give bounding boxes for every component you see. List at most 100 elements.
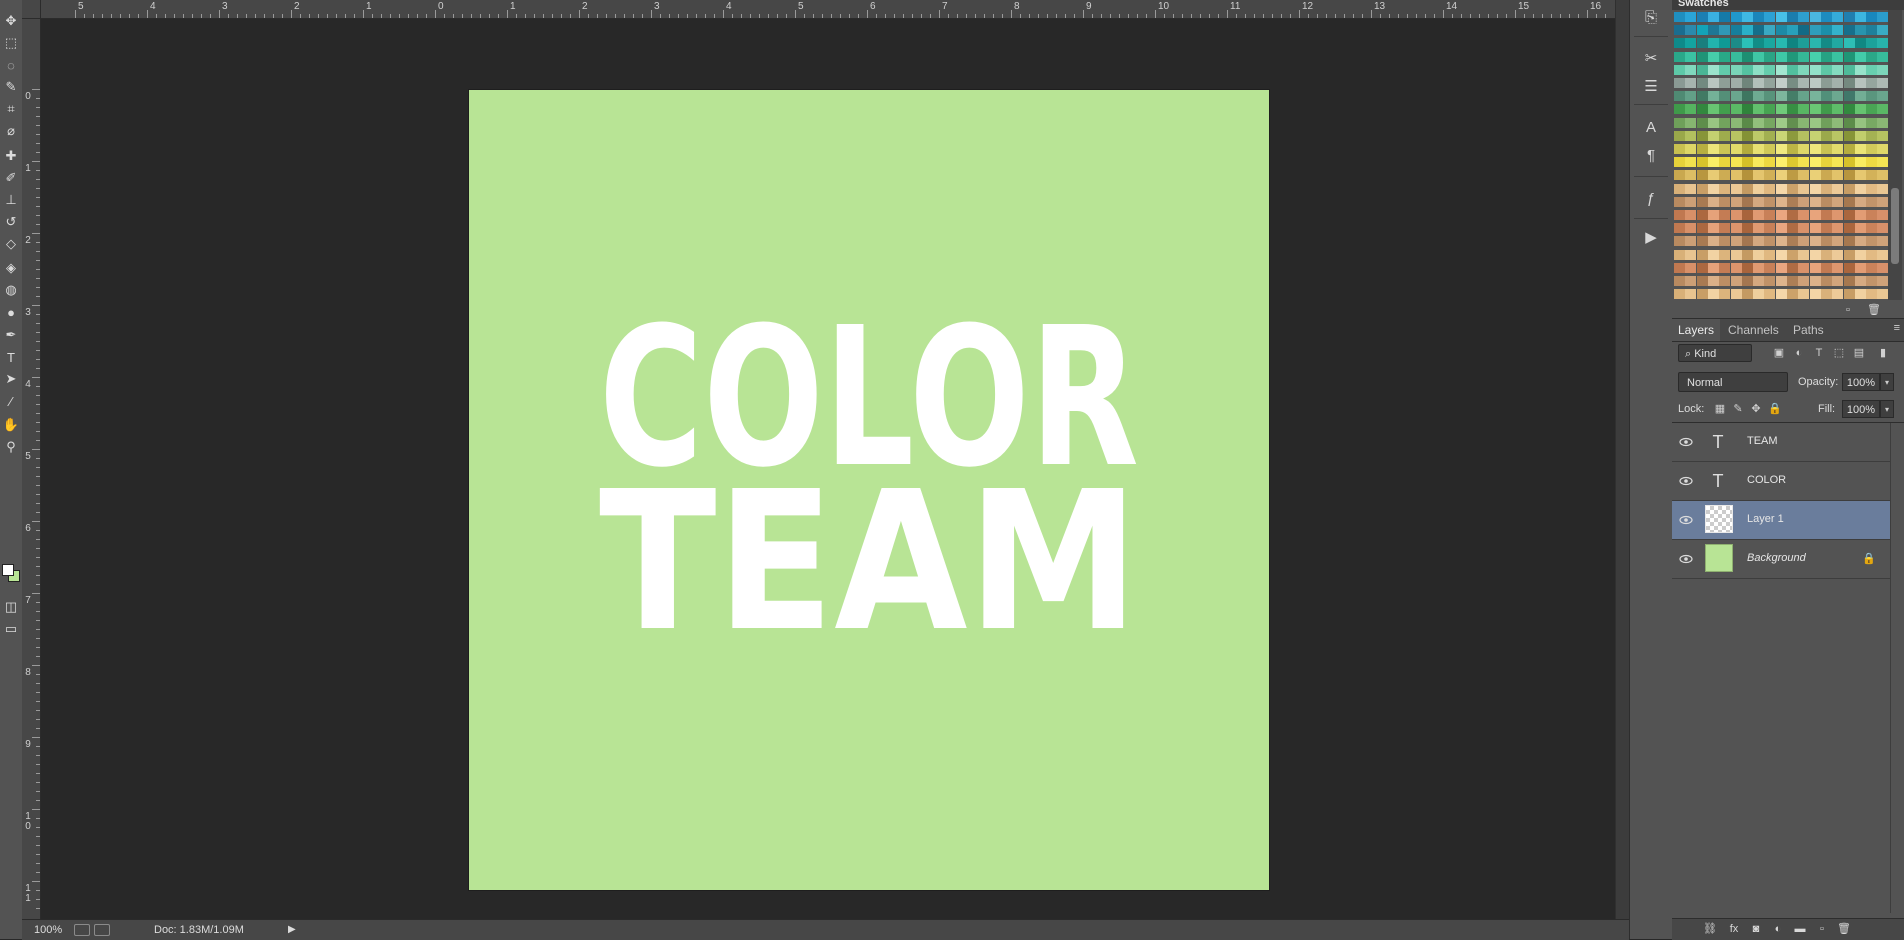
swatch-color[interactable] <box>1787 38 1798 49</box>
swatch-color[interactable] <box>1753 249 1765 260</box>
link-layers-icon[interactable]: ⛓ <box>1702 922 1718 936</box>
swatch-color[interactable] <box>1730 78 1742 88</box>
swatch-color[interactable] <box>1843 91 1855 102</box>
swatch-color[interactable] <box>1707 51 1719 62</box>
swatch-color[interactable] <box>1674 236 1685 247</box>
swatch-color[interactable] <box>1775 104 1787 115</box>
swatch-color[interactable] <box>1685 196 1697 207</box>
swatch-color[interactable] <box>1719 144 1731 154</box>
swatch-color[interactable] <box>1674 262 1685 273</box>
eyedropper-tool-icon[interactable]: ⌀ <box>1 120 21 142</box>
swatch-color[interactable] <box>1877 91 1889 102</box>
canvas-vertical-scrollbar[interactable] <box>1615 0 1630 919</box>
swatch-color[interactable] <box>1820 104 1832 115</box>
paragraph-panel-icon[interactable]: ¶ <box>1638 143 1664 167</box>
swatch-color[interactable] <box>1707 249 1719 260</box>
swatch-color[interactable] <box>1809 91 1821 102</box>
swatch-color[interactable] <box>1798 183 1810 194</box>
swatch-color[interactable] <box>1719 276 1731 286</box>
swatch-color[interactable] <box>1787 170 1798 181</box>
swatch-color[interactable] <box>1741 144 1753 154</box>
swatch-color[interactable] <box>1854 51 1866 62</box>
swatch-color[interactable] <box>1696 78 1708 88</box>
swatch-color[interactable] <box>1707 130 1719 141</box>
swatch-color[interactable] <box>1685 144 1697 154</box>
swatch-color[interactable] <box>1741 51 1753 62</box>
layer-thumbnail[interactable] <box>1705 505 1733 533</box>
move-tool-icon[interactable]: ✥ <box>1 10 21 32</box>
swatch-color[interactable] <box>1843 117 1855 128</box>
swatch-color[interactable] <box>1787 91 1798 102</box>
screen-mode-icon[interactable]: ▭ <box>1 618 21 640</box>
swatch-color[interactable] <box>1696 157 1708 168</box>
swatch-color[interactable] <box>1843 25 1855 36</box>
swatch-color[interactable] <box>1764 223 1776 234</box>
swatch-color[interactable] <box>1854 25 1866 36</box>
swatch-color[interactable] <box>1730 249 1742 260</box>
character-panel-icon[interactable]: A <box>1638 115 1664 139</box>
swatch-color[interactable] <box>1832 276 1844 286</box>
swatch-color[interactable] <box>1854 64 1866 75</box>
swatch-color[interactable] <box>1753 210 1765 220</box>
swatch-color[interactable] <box>1843 78 1855 88</box>
marquee-tool-icon[interactable]: ⬚ <box>1 32 21 54</box>
swatch-color[interactable] <box>1798 249 1810 260</box>
swatch-color[interactable] <box>1798 276 1810 286</box>
swatch-color[interactable] <box>1764 249 1776 260</box>
swatch-color[interactable] <box>1798 25 1810 36</box>
adjustment-layer-icon[interactable]: ◐ <box>1770 922 1786 936</box>
layer-thumbnail[interactable] <box>1705 544 1733 572</box>
swatch-color[interactable] <box>1877 12 1889 22</box>
swatch-color[interactable] <box>1764 236 1776 247</box>
swatch-color[interactable] <box>1741 130 1753 141</box>
swatch-color[interactable] <box>1866 104 1878 115</box>
swatch-color[interactable] <box>1719 210 1731 220</box>
opacity-dropdown-icon[interactable]: ▾ <box>1880 373 1894 391</box>
swatch-color[interactable] <box>1877 170 1889 181</box>
swatch-color[interactable] <box>1866 117 1878 128</box>
swatch-color[interactable] <box>1820 249 1832 260</box>
layer-row-team[interactable]: T TEAM <box>1672 423 1890 462</box>
swatch-color[interactable] <box>1854 210 1866 220</box>
swatch-color[interactable] <box>1820 91 1832 102</box>
swatch-color[interactable] <box>1707 210 1719 220</box>
swatch-color[interactable] <box>1798 289 1810 300</box>
swatch-color[interactable] <box>1866 183 1878 194</box>
swatch-color[interactable] <box>1798 64 1810 75</box>
swatch-color[interactable] <box>1730 236 1742 247</box>
swatch-color[interactable] <box>1696 144 1708 154</box>
swatch-color[interactable] <box>1674 91 1685 102</box>
swatch-color[interactable] <box>1787 223 1798 234</box>
swatch-color[interactable] <box>1775 117 1787 128</box>
swatch-color[interactable] <box>1820 38 1832 49</box>
swatch-color[interactable] <box>1764 104 1776 115</box>
swatch-color[interactable] <box>1832 236 1844 247</box>
swatch-color[interactable] <box>1843 12 1855 22</box>
layer-row-color[interactable]: T COLOR <box>1672 462 1890 501</box>
swatch-color[interactable] <box>1741 276 1753 286</box>
swatch-color[interactable] <box>1753 51 1765 62</box>
swatch-color[interactable] <box>1854 12 1866 22</box>
swatch-color[interactable] <box>1775 38 1787 49</box>
swatch-color[interactable] <box>1787 25 1798 36</box>
swatch-color[interactable] <box>1741 91 1753 102</box>
tab-paths[interactable]: Paths <box>1787 319 1830 341</box>
swatch-color[interactable] <box>1820 223 1832 234</box>
swatch-color[interactable] <box>1685 249 1697 260</box>
swatch-color[interactable] <box>1696 170 1708 181</box>
swatch-color[interactable] <box>1685 183 1697 194</box>
canvas-workspace[interactable]: COLOR TEAM <box>41 19 1615 919</box>
swatch-color[interactable] <box>1707 196 1719 207</box>
swatch-color[interactable] <box>1707 25 1719 36</box>
swatch-color[interactable] <box>1707 276 1719 286</box>
swatch-color[interactable] <box>1696 289 1708 300</box>
swatch-color[interactable] <box>1854 117 1866 128</box>
swatch-color[interactable] <box>1674 64 1685 75</box>
swatch-color[interactable] <box>1719 170 1731 181</box>
clone-stamp-tool-icon[interactable]: ⊥ <box>1 189 21 211</box>
swatch-color[interactable] <box>1832 157 1844 168</box>
swatch-color[interactable] <box>1719 130 1731 141</box>
layer-kind-filter[interactable]: ⌕ Kind <box>1678 344 1752 362</box>
swatch-color[interactable] <box>1674 223 1685 234</box>
eye-icon[interactable] <box>1679 474 1693 488</box>
